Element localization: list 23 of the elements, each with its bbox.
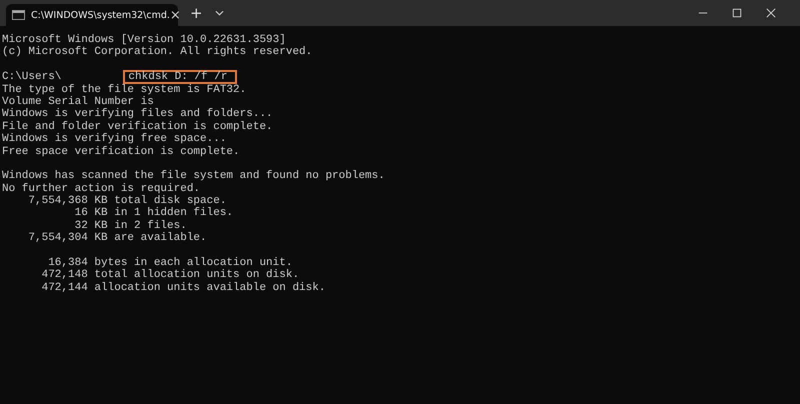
terminal-tab[interactable]: C:\WINDOWS\system32\cmd.×	[6, 4, 178, 26]
console-output-line: Free space verification is complete.	[2, 146, 240, 158]
console-output-line: File and folder verification is complete.	[2, 120, 273, 133]
console-output-line: 472,144 allocation units available on disk.	[40, 282, 326, 294]
console-output-line: 32 KB in 2 files.	[74, 220, 187, 232]
console-output-line: Windows is verifying files and folders...	[2, 108, 273, 121]
console-output-line: Windows is verifying free space...	[2, 133, 226, 146]
console-output-line: Microsoft Windows [Version 10.0.22631.3593]	[2, 34, 286, 46]
tab-title: C:\WINDOWS\system32\cmd.	[31, 10, 170, 20]
console-output-line: 16 KB in 1 hidden files.	[74, 207, 234, 220]
prompt-path: C:\Users\	[2, 71, 62, 84]
new-tab-button[interactable]: +	[190, 4, 203, 22]
console-output-line: 472,148 total allocation units on disk.	[40, 269, 300, 282]
console-output-line: (c) Microsoft Corporation. All rights reserved.	[2, 46, 312, 59]
console-output-line: Windows has scanned the file system and found no problems.	[2, 170, 385, 183]
console-output-line: The type of the file system is FAT32.	[2, 84, 246, 96]
console-output-line: 7,554,368 KB total disk space.	[27, 195, 226, 208]
console-output-line: No further action is required.	[2, 182, 200, 195]
highlighted-command: chkdsk D: /f /r	[123, 70, 238, 84]
close-tab-button[interactable]: ×	[170, 8, 181, 22]
console-output-line: 16,384 bytes in each allocation unit.	[47, 257, 292, 270]
console-output-line: Volume Serial Number is	[2, 96, 154, 108]
console-output-line: 7,554,304 KB are available.	[27, 232, 207, 245]
